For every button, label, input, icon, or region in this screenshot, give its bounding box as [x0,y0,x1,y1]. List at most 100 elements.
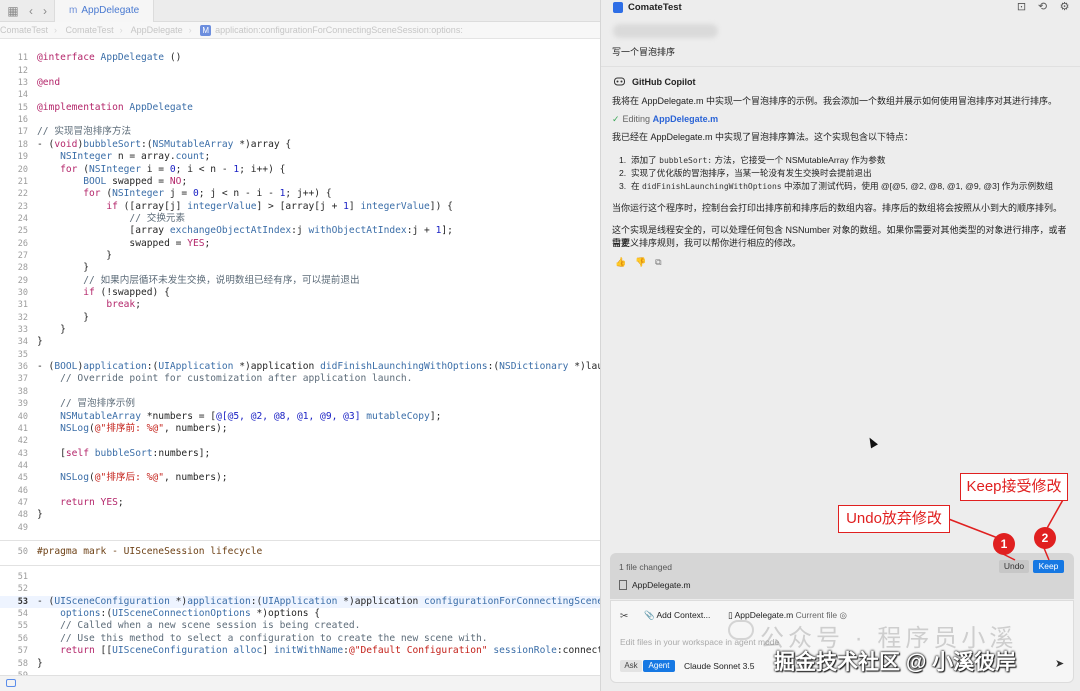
list-item: 3. 在 didFinishLaunchingWithOptions 中添加了测… [619,180,1053,193]
editing-label: Editing [622,114,651,124]
code-line[interactable]: 12 [0,65,600,77]
code-text: options:(UISceneConnectionOptions *)opti… [60,608,321,620]
thumbs-up-icon[interactable]: 👍 [615,257,627,269]
code-line[interactable]: 49 [0,522,600,534]
tools-icon[interactable]: ✂ [620,611,628,622]
code-line[interactable]: 35 [0,349,600,361]
code-line[interactable]: 57 return [[UISceneConfiguration alloc] … [0,645,600,657]
code-line[interactable]: 55 // Called when a new scene session is… [0,620,600,632]
mode-agent-button[interactable]: Agent [643,660,675,672]
mode-ask-button[interactable]: Ask [620,660,642,672]
code-line[interactable]: 18 - (void)bubbleSort:(NSMutableArray *)a… [0,139,600,151]
thumbs-down-icon[interactable]: 👎 [635,257,647,269]
code-text: // 实现冒泡排序方法 [37,126,132,138]
code-line[interactable]: 25 [array exchangeObjectAtIndex:j withOb… [0,225,600,237]
code-line[interactable]: 44 [0,460,600,472]
list-text: 实现了优化版的冒泡排序，当某一轮没有发生交换时会提前退出 [630,168,872,178]
editing-file-link[interactable]: AppDelegate.m [653,114,719,124]
code-area[interactable]: 11 @interface AppDelegate () 12 13 @end 14 15 @… [0,40,600,691]
changed-file-item[interactable]: AppDelegate.m [619,580,691,590]
tab-appdelegate[interactable]: m AppDelegate [54,0,155,22]
code-line[interactable]: 33 } [0,324,600,336]
code-line[interactable]: 31 break; [0,299,600,311]
breadcrumb-method[interactable]: application:configurationForConnectingSc… [215,25,463,35]
code-text: NSLog(@"排序后: %@", numbers); [60,472,228,484]
code-line[interactable]: 43 [self bubbleSort:numbers]; [0,448,600,460]
breadcrumb-folder[interactable]: ComateTest [66,25,114,35]
chat-title: ComateTest [628,2,682,13]
code-line[interactable]: 42 [0,435,600,447]
sidebar-toggle-icon[interactable]: ▦ [6,4,20,18]
code-line[interactable]: 19 NSInteger n = array.count; [0,151,600,163]
code-line[interactable]: 50 #pragma mark - UISceneSession lifecycl… [0,546,600,558]
code-line[interactable] [0,40,600,52]
copy-icon[interactable]: ⧉ [655,257,667,269]
user-avatar [613,24,718,38]
code-line[interactable]: 52 [0,583,600,595]
editor-tab-bar: ▦ ‹ › m AppDelegate [0,0,600,22]
new-chat-icon[interactable]: ⊡ [1015,1,1028,14]
breadcrumb-project[interactable]: ComateTest [0,25,48,35]
code-line[interactable]: 40 NSMutableArray *numbers = [@[@5, @2, … [0,411,600,423]
code-line[interactable]: 27 } [0,250,600,262]
code-line[interactable]: 11 @interface AppDelegate () [0,52,600,64]
code-line[interactable]: 29 // 如果内层循环未发生交换，说明数组已经有序，可以提前退出 [0,275,600,287]
files-changed-summary: 1 file changed [619,562,672,572]
code-line[interactable]: 38 [0,386,600,398]
code-text: [array exchangeObjectAtIndex:j withObjec… [37,225,453,237]
assistant-name: GitHub Copilot [632,77,696,87]
code-text: } [37,324,66,336]
debug-area-icon[interactable] [6,679,16,687]
line-number: 38 [17,386,28,397]
code-line[interactable]: 56 // Use this method to select a config… [0,633,600,645]
code-line[interactable]: 48} [0,509,600,521]
changed-files-panel: 1 file changed AppDelegate.m Undo Keep [610,553,1074,599]
code-line[interactable]: 45 NSLog(@"排序后: %@", numbers); [0,472,600,484]
code-text: for (NSInteger i = 0; i < n - 1; i++) { [60,163,286,175]
code-text: - (UISceneConfiguration *)application:(U… [37,595,600,607]
code-line[interactable]: 41 NSLog(@"排序前: %@", numbers); [0,423,600,435]
breadcrumb[interactable]: ComateTest › ComateTest › AppDelegate › Map… [0,22,600,39]
code-line[interactable]: 22 for (NSInteger j = 0; j < n - i - 1; … [0,188,600,200]
code-line[interactable]: 37 // Override point for customization a… [0,373,600,385]
code-line[interactable]: 28 } [0,262,600,274]
code-line[interactable]: 47 return YES; [0,497,600,509]
watermark: 公众号 · 程序员小溪 掘金技术社区 @ 小溪彼岸 [728,618,1078,680]
code-line[interactable]: 26 swapped = YES; [0,238,600,250]
settings-gear-icon[interactable]: ⚙ [1058,1,1071,14]
code-line[interactable]: 14 [0,89,600,101]
code-line[interactable]: 46 [0,485,600,497]
back-chevron-icon[interactable]: ‹ [24,4,38,18]
code-line[interactable]: 53 - (UISceneConfiguration *)application:… [0,595,600,608]
line-number: 39 [17,399,28,410]
code-line[interactable]: 30 if (!swapped) { [0,287,600,299]
code-line[interactable]: 32 } [0,312,600,324]
breadcrumb-file[interactable]: AppDelegate [131,25,183,35]
code-text: NSMutableArray *numbers = [@[@5, @2, @8,… [60,410,442,422]
line-number: 12 [17,65,28,76]
code-line[interactable]: 54 options:(UISceneConnectionOptions *)o… [0,608,600,620]
section-divider [0,540,600,542]
code-line[interactable]: 24 // 交换元素 [0,213,600,225]
code-line[interactable]: 51 [0,571,600,583]
code-line[interactable]: 23 if ([array[j] integerValue] > [array[… [0,201,600,213]
code-line[interactable]: 58} [0,658,600,670]
line-number: 36 [17,362,28,373]
add-context-button[interactable]: 📎 Add Context... [644,610,710,621]
keep-button[interactable]: Keep [1033,560,1064,573]
code-line[interactable]: 39 // 冒泡排序示例 [0,398,600,410]
code-line[interactable]: 15 @implementation AppDelegate [0,102,600,114]
divider [601,66,1080,67]
code-line[interactable]: 34} [0,336,600,348]
code-line[interactable]: 36 - (BOOL)application:(UIApplication *)a… [0,361,600,373]
code-line[interactable]: 16 [0,114,600,126]
line-number: 54 [17,609,28,620]
line-number: 19 [17,152,28,163]
forward-chevron-icon[interactable]: › [38,4,52,18]
code-line[interactable]: 21 BOOL swapped = NO; [0,176,600,188]
code-line[interactable]: 17 // 实现冒泡排序方法 [0,126,600,138]
code-line[interactable]: 13 @end [0,77,600,89]
undo-button[interactable]: Undo [999,560,1029,573]
code-line[interactable]: 20 for (NSInteger i = 0; i < n - 1; i++)… [0,164,600,176]
history-icon[interactable]: ⟲ [1036,1,1049,14]
